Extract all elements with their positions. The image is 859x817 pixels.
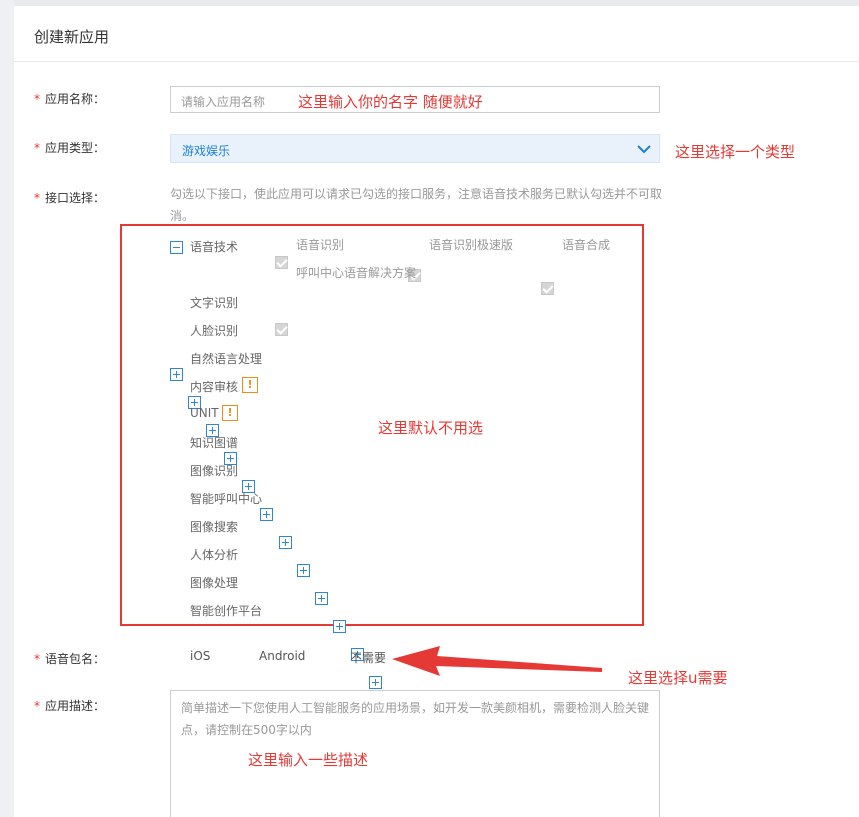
collapse-icon[interactable] xyxy=(170,241,183,254)
radio-android-label[interactable]: Android xyxy=(259,649,305,663)
api-select-label-text: 接口选择： xyxy=(45,191,106,205)
expand-icon[interactable] xyxy=(369,676,383,689)
tree-item-image-search[interactable]: 图像搜索 xyxy=(190,518,238,535)
required-mark: * xyxy=(34,92,40,106)
package-name-label-text: 语音包名： xyxy=(45,652,106,666)
card-header: 创建新应用 xyxy=(14,6,859,62)
description-placeholder: 简单描述一下您使用人工智能服务的应用场景，如开发一款美颜相机，需要检测人脸关键点… xyxy=(181,701,650,737)
tree-item-image-recognition[interactable]: 图像识别 xyxy=(190,462,238,479)
expand-icon[interactable] xyxy=(278,536,292,549)
required-mark: * xyxy=(34,652,40,666)
app-name-placeholder: 请输入应用名称 xyxy=(181,95,266,109)
app-type-value: 游戏娱乐 xyxy=(182,144,231,158)
tree-item-unit[interactable]: UNIT xyxy=(190,406,219,420)
required-mark: * xyxy=(34,141,40,155)
annotation-arrow-icon xyxy=(392,646,602,676)
app-name-annotation: 这里输入你的名字 随便就好 xyxy=(298,93,483,111)
warning-icon: ! xyxy=(242,377,258,393)
chevron-down-icon xyxy=(637,145,651,154)
speech-option-label: 语音合成 xyxy=(562,238,611,252)
required-mark: * xyxy=(34,191,40,205)
app-type-label: * 应用类型： xyxy=(34,139,105,156)
tree-item-knowledge-graph[interactable]: 知识图谱 xyxy=(190,434,238,451)
speech-option-label: 语音识别 xyxy=(296,238,345,252)
package-name-label: * 语音包名： xyxy=(34,650,105,667)
checkbox-speech-recognition xyxy=(275,256,288,269)
tree-item-body-analysis[interactable]: 人体分析 xyxy=(190,546,238,563)
speech-option-label: 语音识别极速版 xyxy=(429,238,514,252)
tree-item-ocr[interactable]: 文字识别 xyxy=(190,294,238,311)
checkbox-speech-synthesis xyxy=(541,282,554,295)
tree-item-creation-platform[interactable]: 智能创作平台 xyxy=(190,602,262,619)
api-select-annotation: 这里默认不用选 xyxy=(378,419,484,437)
expand-icon[interactable] xyxy=(296,564,310,577)
app-name-label-text: 应用名称： xyxy=(45,92,106,106)
package-name-annotation: 这里选择u需要 xyxy=(628,669,728,687)
tree-item-nlp[interactable]: 自然语言处理 xyxy=(190,350,262,367)
tree-item-content-review[interactable]: 内容审核 xyxy=(190,378,238,395)
description-label: * 应用描述： xyxy=(34,697,105,714)
tree-item-image-processing[interactable]: 图像处理 xyxy=(190,574,238,591)
checkbox-call-center-speech xyxy=(275,323,288,336)
page-title: 创建新应用 xyxy=(34,28,110,46)
app-type-annotation: 这里选择一个类型 xyxy=(675,143,796,161)
radio-not-needed-label[interactable]: 不需要 xyxy=(350,649,386,666)
tree-item-face[interactable]: 人脸识别 xyxy=(190,322,238,339)
speech-option-label: 呼叫中心语音解决方案 xyxy=(296,266,417,280)
description-annotation: 这里输入一些描述 xyxy=(248,751,369,769)
app-type-select[interactable]: 游戏娱乐 xyxy=(170,134,660,163)
expand-icon[interactable] xyxy=(260,508,274,521)
required-mark: * xyxy=(34,699,40,713)
radio-ios-label[interactable]: iOS xyxy=(190,649,210,663)
warning-icon: ! xyxy=(222,405,238,421)
app-type-label-text: 应用类型： xyxy=(45,141,106,155)
app-name-label: * 应用名称： xyxy=(34,90,105,107)
expand-icon[interactable] xyxy=(332,620,346,633)
expand-icon[interactable] xyxy=(314,592,328,605)
api-select-hint: 勾选以下接口，使此应用可以请求已勾选的接口服务，注意语音技术服务已默认勾选并不可… xyxy=(170,187,663,223)
description-label-text: 应用描述： xyxy=(45,699,106,713)
description-textarea[interactable]: 简单描述一下您使用人工智能服务的应用场景，如开发一款美颜相机，需要检测人脸关键点… xyxy=(170,690,660,817)
expand-icon[interactable] xyxy=(170,368,183,381)
api-select-label: * 接口选择： xyxy=(34,189,105,206)
left-strip xyxy=(0,0,14,817)
tree-item-speech: 语音技术 xyxy=(190,240,239,254)
tree-item-call-center[interactable]: 智能呼叫中心 xyxy=(190,490,262,507)
